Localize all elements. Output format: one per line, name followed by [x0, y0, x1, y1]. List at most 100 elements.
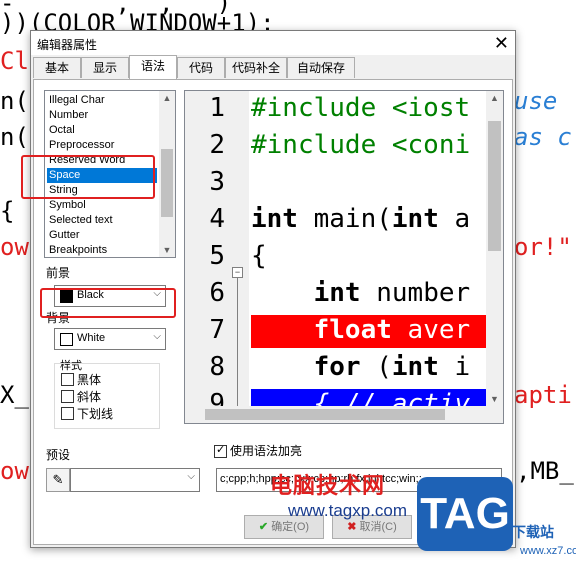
list-item[interactable]: Illegal Char: [47, 93, 157, 108]
code-token: i: [438, 352, 471, 382]
foreground-label: 前景: [46, 266, 71, 280]
tab-3[interactable]: 代码: [177, 57, 225, 78]
tab-1[interactable]: 显示: [81, 57, 129, 78]
background-code-fragment: ,MB_: [516, 457, 574, 485]
cancel-label: 取消(C): [359, 521, 397, 533]
background-code-line: ow: [0, 457, 29, 485]
code-token: float: [313, 315, 392, 345]
syntax-preview[interactable]: 123456789 − − #include <iost#include <co…: [184, 90, 504, 424]
ok-label: 确定(O): [271, 521, 310, 533]
preview-horizontal-scrollbar[interactable]: [185, 406, 503, 423]
list-item[interactable]: Symbol: [47, 198, 157, 213]
background-code-fragment: as c: [514, 123, 572, 151]
style-group: 黑体 斜体 下划线: [54, 363, 160, 429]
list-item[interactable]: Breakpoints: [47, 243, 157, 257]
code-token: main(: [297, 204, 392, 234]
background-code-line: n(: [0, 87, 29, 115]
background-code-line: Cl: [0, 47, 29, 75]
line-number: 3: [209, 167, 225, 197]
background-swatch: [60, 333, 73, 346]
preview-code-line: for (int i: [251, 352, 471, 382]
background-code-line: {: [0, 197, 15, 225]
line-number: 2: [209, 130, 225, 160]
background-code-fragment: apti: [514, 381, 572, 409]
preset-save-icon[interactable]: ✎: [46, 468, 70, 492]
italic-checkbox[interactable]: [61, 390, 74, 403]
watermark-download: 下载站: [512, 524, 554, 540]
list-item[interactable]: Octal: [47, 123, 157, 138]
code-token: #include <iost: [251, 93, 471, 123]
code-token: int: [391, 352, 439, 382]
tab-2[interactable]: 语法: [129, 55, 177, 79]
check-icon: ✓: [216, 444, 226, 456]
preview-scroll-thumb[interactable]: [488, 121, 501, 251]
background-value: White: [77, 332, 106, 344]
cancel-x-icon: ✖: [347, 521, 357, 533]
chevron-down-icon: ⌵: [153, 331, 161, 342]
list-scroll-thumb[interactable]: [161, 149, 173, 217]
preset-label: 预设: [46, 448, 71, 462]
preview-code-line: {: [251, 241, 267, 271]
tab-4[interactable]: 代码补全: [225, 57, 287, 78]
ok-check-icon: ✔: [258, 521, 269, 533]
line-number: 5: [209, 241, 225, 271]
list-item[interactable]: Number: [47, 108, 157, 123]
background-code-line: ow: [0, 233, 29, 261]
code-token: for: [313, 352, 361, 382]
use-syntax-highlight-checkbox[interactable]: ✓: [214, 444, 227, 458]
scroll-down-icon[interactable]: ▼: [486, 392, 503, 406]
watermark-domain: www.xz7.com: [520, 545, 576, 557]
list-scrollbar[interactable]: ▲ ▼: [159, 91, 175, 257]
preview-code-line: #include <coni: [251, 130, 470, 160]
code-token: int: [313, 278, 361, 308]
scroll-up-icon[interactable]: ▲: [486, 91, 503, 105]
preview-code-line: #include <iost: [251, 93, 470, 123]
dialog-titlebar: 编辑器属性 ✕: [31, 31, 515, 55]
use-syntax-highlight-label: 使用语法加亮: [230, 444, 303, 458]
preset-select[interactable]: ⌵: [70, 468, 200, 492]
code-token: number: [360, 278, 471, 308]
preview-vertical-scrollbar[interactable]: ▲ ▼: [486, 91, 503, 406]
close-icon[interactable]: ✕: [494, 32, 509, 54]
preview-hscroll-thumb[interactable]: [205, 409, 445, 420]
background-code-fragment: use: [514, 87, 558, 115]
scroll-up-icon[interactable]: ▲: [159, 91, 175, 105]
italic-label: 斜体: [77, 390, 102, 404]
background-code-fragment: or!": [514, 233, 572, 261]
line-number: 8: [209, 352, 225, 382]
underline-label: 下划线: [77, 407, 114, 421]
watermark-site-name: 电脑技术网: [270, 473, 386, 498]
tab-0[interactable]: 基本: [33, 57, 81, 78]
watermark-logo: TAG: [417, 477, 513, 551]
dialog-title: 编辑器属性: [37, 38, 98, 52]
list-item[interactable]: Preprocessor: [47, 138, 157, 153]
code-token: aver: [391, 315, 471, 345]
chevron-down-icon: ⌵: [187, 471, 195, 482]
background-color-select[interactable]: White ⌵: [54, 328, 166, 350]
code-token: {: [251, 241, 267, 271]
line-number: 6: [209, 278, 225, 308]
scroll-down-icon[interactable]: ▼: [159, 243, 175, 257]
bold-label: 黑体: [77, 373, 102, 387]
preview-code-line: int number: [251, 278, 471, 308]
underline-checkbox[interactable]: [61, 407, 74, 420]
code-token: int: [251, 204, 298, 234]
list-item[interactable]: Selected text: [47, 213, 157, 228]
highlight-box-foreground: [40, 288, 176, 318]
line-number: 7: [209, 315, 225, 345]
fold-collapse-icon[interactable]: −: [232, 267, 243, 278]
list-item[interactable]: Gutter: [47, 228, 157, 243]
line-number: 4: [209, 204, 225, 234]
line-number: 1: [209, 93, 225, 123]
tab-5[interactable]: 自动保存: [287, 57, 355, 78]
preview-gutter: 123456789: [185, 91, 249, 423]
fold-line: [237, 273, 238, 413]
bold-checkbox[interactable]: [61, 373, 74, 386]
preview-code-line: float aver: [251, 315, 503, 348]
code-token: (: [360, 352, 392, 382]
code-token: a: [438, 204, 471, 234]
code-token: int: [391, 204, 439, 234]
